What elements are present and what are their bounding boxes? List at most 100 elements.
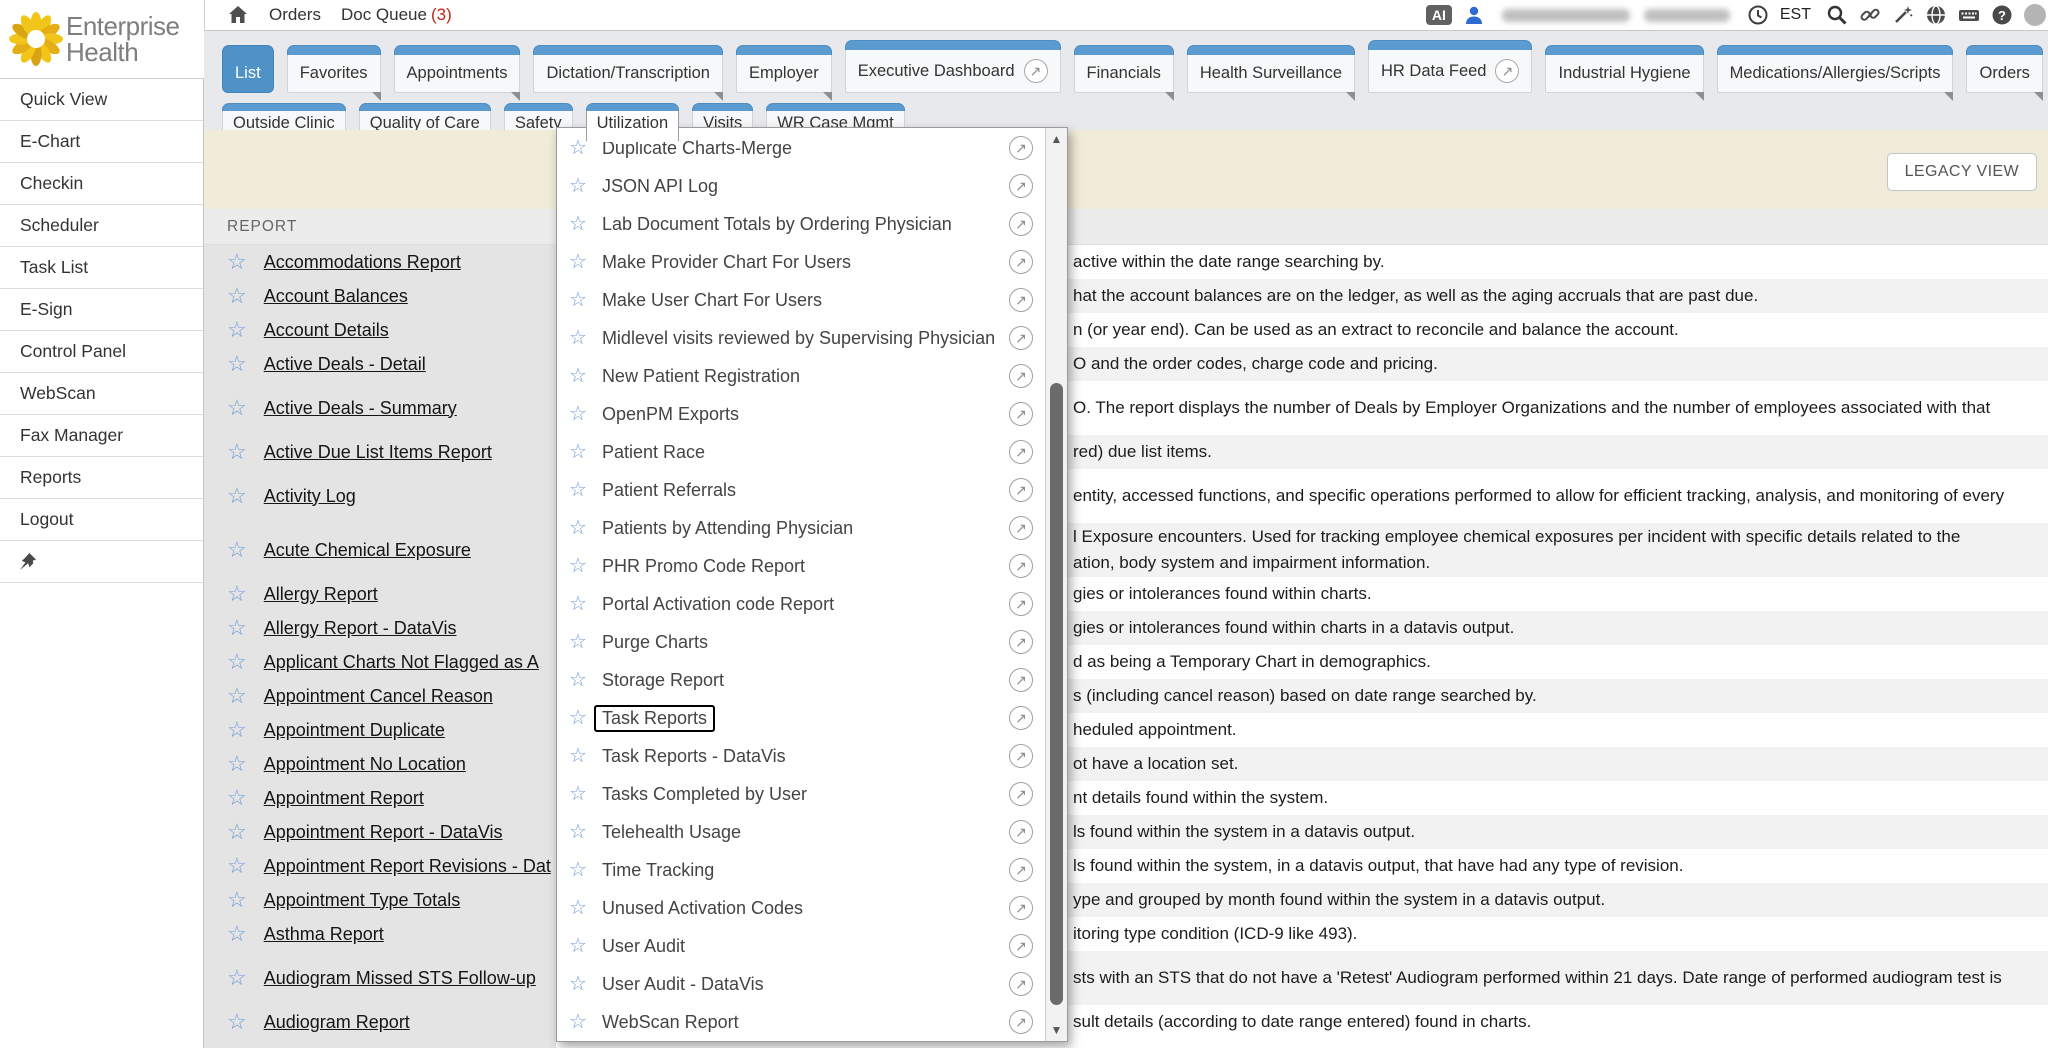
open-external-icon[interactable]: ↗ (1009, 440, 1033, 464)
dropdown-item[interactable]: ☆ Purge Charts ↗ (557, 623, 1045, 661)
favorite-star-icon[interactable]: ☆ (569, 670, 587, 690)
dropdown-item[interactable]: ☆ Task Reports ↗ (557, 699, 1045, 737)
open-external-icon[interactable]: ↗ (1009, 934, 1033, 958)
favorite-star-icon[interactable]: ☆ (227, 583, 247, 605)
favorite-star-icon[interactable]: ☆ (227, 787, 247, 809)
open-external-icon[interactable]: ↗ (1009, 896, 1033, 920)
scroll-up-arrow-icon[interactable]: ▲ (1046, 132, 1067, 146)
report-link[interactable]: Activity Log (264, 486, 356, 507)
open-external-icon[interactable]: ↗ (1009, 136, 1033, 160)
scroll-down-arrow-icon[interactable]: ▼ (1046, 1023, 1067, 1037)
favorite-star-icon[interactable]: ☆ (227, 651, 247, 673)
search-icon[interactable] (1826, 4, 1848, 26)
report-link[interactable]: Asthma Report (264, 924, 384, 945)
report-link[interactable]: Appointment Type Totals (264, 890, 460, 911)
open-external-icon[interactable]: ↗ (1009, 402, 1033, 426)
sidebar-item[interactable]: Fax Manager (0, 415, 203, 457)
tab[interactable]: Industrial Hygiene (1545, 45, 1703, 93)
scrollbar-thumb[interactable] (1050, 383, 1063, 1005)
open-external-icon[interactable]: ↗ (1009, 478, 1033, 502)
favorite-star-icon[interactable]: ☆ (227, 285, 247, 307)
favorite-star-icon[interactable]: ☆ (569, 366, 587, 386)
open-external-icon[interactable]: ↗ (1009, 174, 1033, 198)
favorite-star-icon[interactable]: ☆ (569, 632, 587, 652)
dropdown-item[interactable]: ☆ New Patient Registration ↗ (557, 357, 1045, 395)
report-link[interactable]: Audiogram Missed STS Follow-up (264, 968, 536, 989)
tab[interactable]: List (222, 45, 274, 93)
report-link[interactable]: Acute Chemical Exposure (264, 540, 471, 561)
dropdown-item[interactable]: ☆ Make Provider Chart For Users ↗ (557, 243, 1045, 281)
dropdown-item[interactable]: ☆ JSON API Log ↗ (557, 167, 1045, 205)
open-external-icon[interactable]: ↗ (1009, 326, 1033, 350)
tab[interactable]: Orders (1966, 45, 2042, 93)
open-external-icon[interactable]: ↗ (1009, 668, 1033, 692)
sidebar-item[interactable]: Reports (0, 457, 203, 499)
sidebar-item[interactable]: Checkin (0, 163, 203, 205)
sidebar-item[interactable]: Task List (0, 247, 203, 289)
favorite-star-icon[interactable]: ☆ (569, 214, 587, 234)
favorite-star-icon[interactable]: ☆ (227, 821, 247, 843)
open-external-icon[interactable]: ↗ (1009, 516, 1033, 540)
open-external-icon[interactable]: ↗ (1024, 59, 1048, 83)
favorite-star-icon[interactable]: ☆ (569, 176, 587, 196)
favorite-star-icon[interactable]: ☆ (227, 319, 247, 341)
favorite-star-icon[interactable]: ☆ (227, 251, 247, 273)
favorite-star-icon[interactable]: ☆ (227, 1011, 247, 1033)
open-external-icon[interactable]: ↗ (1009, 1010, 1033, 1034)
help-icon[interactable]: ? (1991, 4, 2013, 26)
dropdown-item[interactable]: ☆ Telehealth Usage ↗ (557, 813, 1045, 851)
favorite-star-icon[interactable]: ☆ (227, 753, 247, 775)
legacy-view-button[interactable]: LEGACY VIEW (1887, 153, 2037, 191)
dropdown-item[interactable]: ☆ Make User Chart For Users ↗ (557, 281, 1045, 319)
report-link[interactable]: Active Deals - Detail (264, 354, 426, 375)
tab[interactable]: Employer (736, 45, 832, 93)
open-external-icon[interactable]: ↗ (1009, 782, 1033, 806)
dropdown-item[interactable]: ☆ WebScan Report ↗ (557, 1003, 1045, 1041)
favorite-star-icon[interactable]: ☆ (569, 290, 587, 310)
favorite-star-icon[interactable]: ☆ (227, 685, 247, 707)
open-external-icon[interactable]: ↗ (1009, 592, 1033, 616)
favorite-star-icon[interactable]: ☆ (569, 442, 587, 462)
favorite-star-icon[interactable]: ☆ (227, 397, 247, 419)
open-external-icon[interactable]: ↗ (1495, 59, 1519, 83)
open-external-icon[interactable]: ↗ (1009, 858, 1033, 882)
report-link[interactable]: Appointment Duplicate (264, 720, 445, 741)
keyboard-icon[interactable] (1958, 4, 1980, 26)
wand-icon[interactable] (1892, 4, 1914, 26)
dropdown-item[interactable]: ☆ Patient Race ↗ (557, 433, 1045, 471)
favorite-star-icon[interactable]: ☆ (569, 480, 587, 500)
favorite-star-icon[interactable]: ☆ (227, 967, 247, 989)
favorite-star-icon[interactable]: ☆ (569, 860, 587, 880)
favorite-star-icon[interactable]: ☆ (227, 719, 247, 741)
favorite-star-icon[interactable]: ☆ (569, 822, 587, 842)
dropdown-item[interactable]: ☆ Tasks Completed by User ↗ (557, 775, 1045, 813)
open-external-icon[interactable]: ↗ (1009, 820, 1033, 844)
dropdown-item[interactable]: ☆ Patients by Attending Physician ↗ (557, 509, 1045, 547)
favorite-star-icon[interactable]: ☆ (569, 252, 587, 272)
favorite-star-icon[interactable]: ☆ (569, 594, 587, 614)
tab[interactable]: Health Surveillance (1187, 45, 1355, 93)
report-link[interactable]: Applicant Charts Not Flagged as A (264, 652, 539, 673)
sidebar-item[interactable]: WebScan (0, 373, 203, 415)
ai-button[interactable]: AI (1426, 5, 1452, 25)
report-link[interactable]: Appointment Report Revisions - Dat (264, 856, 551, 877)
dropdown-item[interactable]: ☆ Unused Activation Codes ↗ (557, 889, 1045, 927)
report-link[interactable]: Allergy Report - DataVis (264, 618, 457, 639)
sidebar-item[interactable]: Quick View (0, 79, 203, 121)
dropdown-item[interactable]: ☆ Midlevel visits reviewed by Supervisin… (557, 319, 1045, 357)
clock-icon[interactable] (1747, 4, 1769, 26)
tab[interactable]: Favorites (287, 45, 381, 93)
dropdown-item[interactable]: ☆ User Audit ↗ (557, 927, 1045, 965)
tab[interactable]: Appointments (394, 45, 521, 93)
dropdown-item[interactable]: ☆ Portal Activation code Report ↗ (557, 585, 1045, 623)
tab[interactable]: Medications/Allergies/Scripts (1717, 45, 1954, 93)
favorite-star-icon[interactable]: ☆ (569, 898, 587, 918)
avatar[interactable] (2024, 4, 2046, 26)
report-link[interactable]: Allergy Report (264, 584, 378, 605)
open-external-icon[interactable]: ↗ (1009, 250, 1033, 274)
globe-icon[interactable] (1925, 4, 1947, 26)
open-external-icon[interactable]: ↗ (1009, 212, 1033, 236)
report-link[interactable]: Account Details (264, 320, 389, 341)
open-external-icon[interactable]: ↗ (1009, 554, 1033, 578)
favorite-star-icon[interactable]: ☆ (227, 889, 247, 911)
